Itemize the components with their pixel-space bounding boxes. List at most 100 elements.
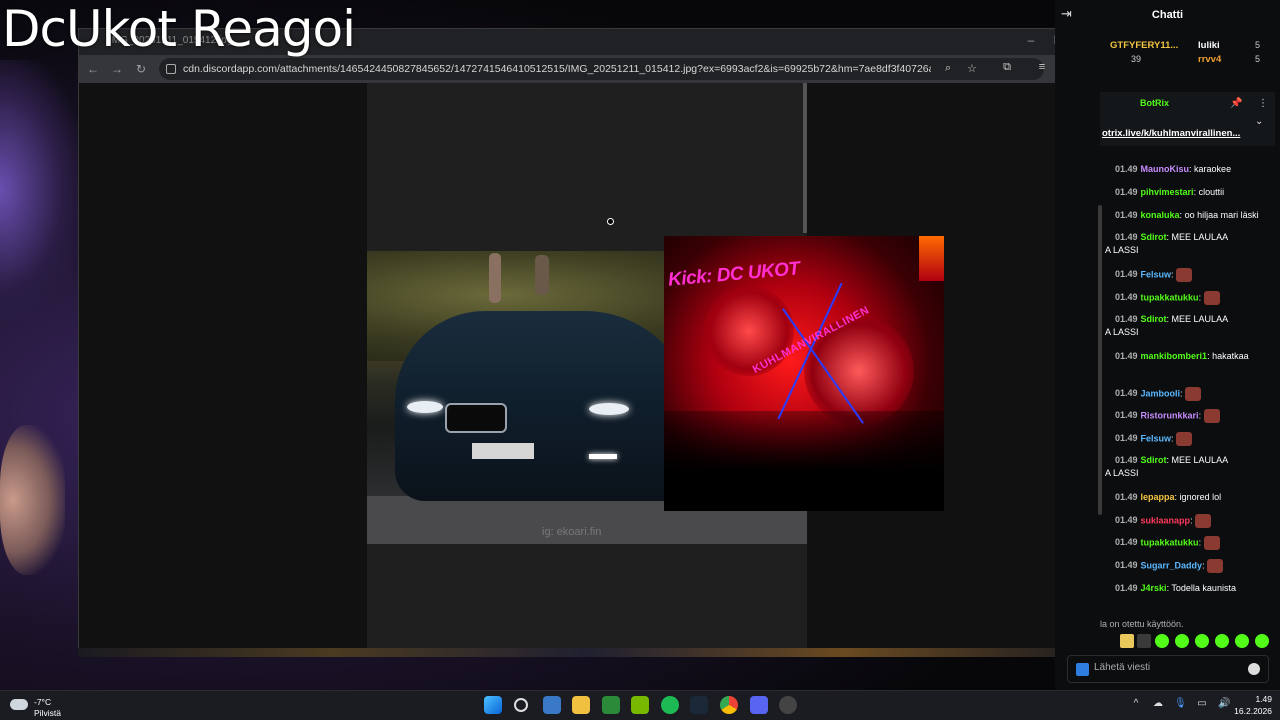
license-plate bbox=[472, 443, 534, 459]
fog-light bbox=[589, 454, 617, 459]
chevron-down-icon[interactable]: ⌄ bbox=[1255, 116, 1263, 127]
pinned-menu-icon[interactable]: ⋮ bbox=[1258, 98, 1268, 109]
spectator bbox=[535, 255, 549, 295]
chat-message-input[interactable] bbox=[1094, 662, 1234, 673]
bookmark-star-icon[interactable]: ☆ bbox=[967, 62, 977, 75]
site-info-icon[interactable] bbox=[166, 64, 176, 74]
kick-promo-art: Kick: DC UKOT KUHLMANVIRALLINEN bbox=[664, 236, 944, 511]
message-time: 01.49 bbox=[1115, 492, 1138, 502]
back-arrow-icon[interactable]: ← bbox=[85, 61, 101, 77]
chat-notice: la on otettu käyttöön. bbox=[1100, 619, 1184, 629]
message-text: karaokee bbox=[1194, 164, 1232, 174]
display-icon[interactable]: ▭ bbox=[1196, 698, 1208, 710]
message-username[interactable]: Ristorunkkari bbox=[1141, 410, 1199, 420]
message-username[interactable]: Jambooli bbox=[1141, 388, 1181, 398]
pinned-message[interactable]: BotRix 📌 ⋮ ⌄ otrix.live/k/kuhlmanviralli… bbox=[1100, 92, 1275, 146]
message-username[interactable]: Sugarr_Daddy bbox=[1141, 560, 1203, 570]
emote-button[interactable] bbox=[1195, 634, 1209, 648]
message-username[interactable]: konaluka bbox=[1141, 210, 1180, 220]
url-text[interactable]: cdn.discordapp.com/attachments/146542445… bbox=[183, 63, 931, 75]
message-username[interactable]: pihvimestari bbox=[1141, 187, 1194, 197]
emote-icon bbox=[1203, 536, 1220, 550]
chrome-icon[interactable] bbox=[720, 696, 738, 714]
message-username[interactable]: J4rski bbox=[1141, 583, 1167, 593]
pin-icon[interactable]: 📌 bbox=[1230, 98, 1242, 109]
spotify-icon[interactable] bbox=[661, 696, 679, 714]
message-continuation: A LASSI bbox=[1105, 245, 1139, 255]
emote-button[interactable] bbox=[1255, 634, 1269, 648]
onedrive-icon[interactable]: ☁ bbox=[1152, 698, 1164, 710]
leaderboard-name[interactable]: rrvv4 bbox=[1198, 54, 1221, 65]
weather-widget[interactable]: -7°C Pilvistä bbox=[10, 695, 90, 718]
message-time: 01.49 bbox=[1115, 232, 1138, 242]
message-username[interactable]: MaunoKisu bbox=[1141, 164, 1190, 174]
message-username[interactable]: mankibomberi1 bbox=[1141, 351, 1208, 361]
chat-message: 01.49 tupakkatukku: bbox=[1115, 291, 1275, 305]
emote-button[interactable] bbox=[1235, 634, 1249, 648]
mouse-cursor bbox=[607, 218, 614, 225]
minimize-button[interactable]: – bbox=[1021, 33, 1041, 47]
gallery-app-icon[interactable] bbox=[543, 696, 561, 714]
colon: : bbox=[1198, 537, 1204, 548]
forward-arrow-icon[interactable]: → bbox=[109, 61, 125, 77]
message-username[interactable]: lepappa bbox=[1141, 492, 1175, 502]
microphone-icon[interactable]: 🎙 bbox=[1174, 698, 1187, 710]
emote-picker-icon[interactable] bbox=[1248, 663, 1260, 675]
car-grille bbox=[445, 403, 507, 433]
clock-time[interactable]: 1.49 bbox=[1222, 694, 1272, 704]
message-text: oo hiljaa mari läski bbox=[1184, 210, 1259, 220]
emote-button[interactable] bbox=[1175, 634, 1189, 648]
media-controls-icon[interactable]: ≡ bbox=[1034, 61, 1050, 77]
zoom-icon[interactable]: ⌕ bbox=[945, 62, 951, 75]
emote-button[interactable] bbox=[1215, 634, 1229, 648]
emote-button[interactable] bbox=[1120, 634, 1134, 648]
extensions-icon[interactable]: ⧉ bbox=[999, 61, 1015, 77]
pinned-link[interactable]: otrix.live/k/kuhlmanvirallinen... bbox=[1102, 128, 1240, 139]
leaderboard-name[interactable]: GTFYFERY11... bbox=[1110, 40, 1178, 51]
message-time: 01.49 bbox=[1115, 583, 1138, 593]
message-username[interactable]: suklaanapp bbox=[1141, 515, 1191, 525]
gift-leaderboard: GTFYFERY11... 39 luliki 5 rrvv4 5 bbox=[1095, 38, 1280, 68]
address-bar[interactable]: cdn.discordapp.com/attachments/146542445… bbox=[159, 58, 1044, 80]
pinned-user[interactable]: BotRix bbox=[1140, 98, 1169, 108]
message-time: 01.49 bbox=[1115, 455, 1138, 465]
search-icon[interactable] bbox=[514, 698, 528, 712]
message-username[interactable]: tupakkatukku bbox=[1141, 292, 1199, 302]
message-username[interactable]: Sdirot bbox=[1141, 455, 1167, 465]
chat-message: 01.49 pihvimestari: clouttii bbox=[1115, 186, 1275, 199]
taskbar: -7°C Pilvistä ^ ☁ 🎙 ▭ 🔊 1.49 16.2.2026 bbox=[0, 690, 1280, 720]
chat-panel: ⇥ Chatti GTFYFERY11... 39 luliki 5 rrvv4… bbox=[1055, 0, 1280, 690]
dark-gradient bbox=[664, 411, 944, 511]
message-username[interactable]: Felsuw bbox=[1141, 269, 1172, 279]
message-time: 01.49 bbox=[1115, 314, 1138, 324]
leaderboard-name[interactable]: luliki bbox=[1198, 40, 1220, 51]
chat-input-box[interactable] bbox=[1067, 655, 1269, 683]
desktop: DcUkot Reagoi IMG_20251211_015412.jpg – … bbox=[0, 0, 1280, 720]
message-time: 01.49 bbox=[1115, 515, 1138, 526]
file-explorer-icon[interactable] bbox=[572, 696, 590, 714]
app-icon[interactable] bbox=[602, 696, 620, 714]
message-username[interactable]: Sdirot bbox=[1141, 232, 1167, 242]
message-username[interactable]: Sdirot bbox=[1141, 314, 1167, 324]
start-button-icon[interactable] bbox=[484, 696, 502, 714]
chat-message: 01.49 Sugarr_Daddy: bbox=[1115, 559, 1275, 573]
chevron-up-icon[interactable]: ^ bbox=[1130, 698, 1142, 710]
message-username[interactable]: Felsuw bbox=[1141, 433, 1172, 443]
reload-icon[interactable]: ↻ bbox=[133, 61, 149, 77]
message-time: 01.49 bbox=[1115, 433, 1138, 444]
steam-icon[interactable] bbox=[690, 696, 708, 714]
app-icon[interactable] bbox=[779, 696, 797, 714]
nvidia-icon[interactable] bbox=[631, 696, 649, 714]
message-username[interactable]: tupakkatukku bbox=[1141, 537, 1199, 547]
discord-icon[interactable] bbox=[750, 696, 768, 714]
emote-button[interactable] bbox=[1137, 634, 1151, 648]
image-scrollbar[interactable] bbox=[803, 83, 807, 233]
clock-date[interactable]: 16.2.2026 bbox=[1222, 706, 1272, 716]
chat-message: 01.49 suklaanapp: bbox=[1115, 514, 1275, 528]
chat-scrollbar[interactable] bbox=[1098, 205, 1102, 515]
colon: : bbox=[1198, 410, 1204, 421]
emote-button[interactable] bbox=[1155, 634, 1169, 648]
image-viewport[interactable]: ig: ekoari.fin Kick: DC UKOT KUHLMANVIRA… bbox=[79, 83, 1104, 702]
headlight bbox=[407, 401, 443, 413]
message-text: MEE LAULAA bbox=[1171, 455, 1229, 465]
